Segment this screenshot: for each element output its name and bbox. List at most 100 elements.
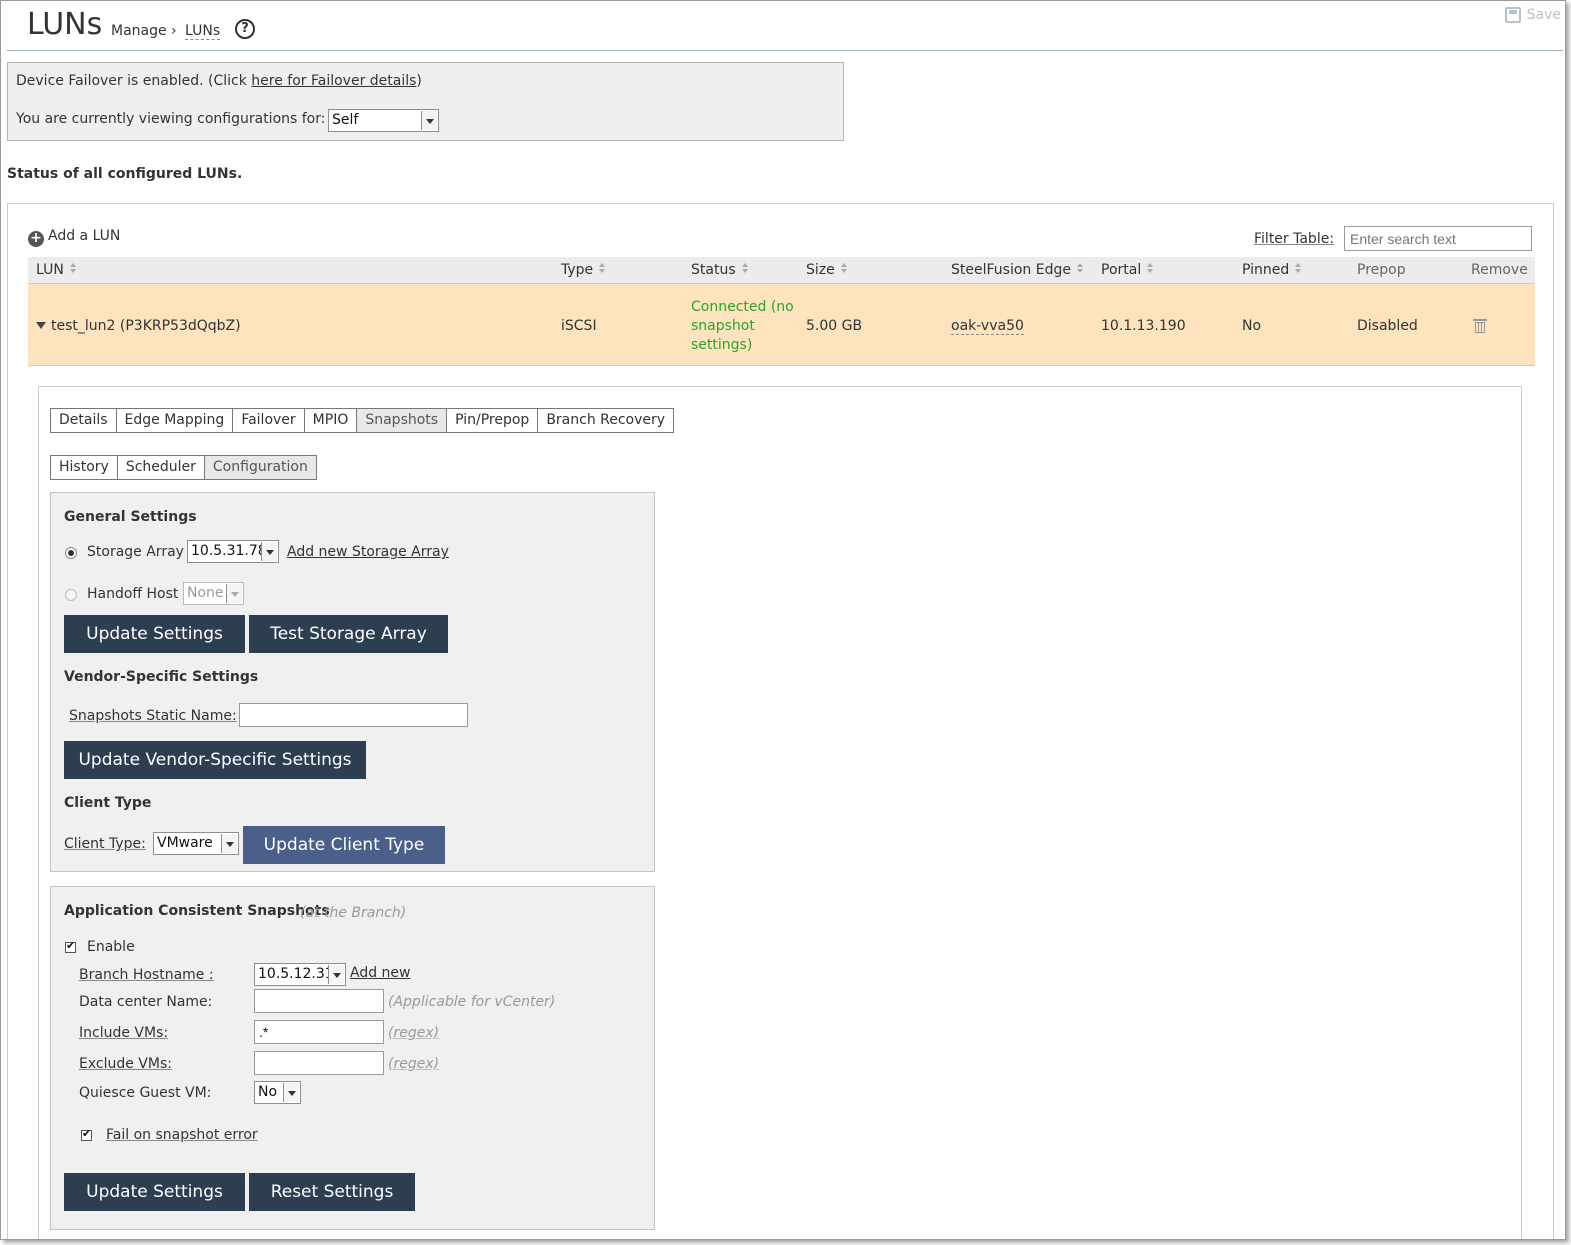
exclude-vms-input[interactable] <box>254 1051 384 1075</box>
tab-branch-recovery[interactable]: Branch Recovery <box>538 409 674 432</box>
lun-name-cell[interactable]: test_lun2 (P3KRP53dQqbZ) <box>36 318 241 334</box>
data-center-label: Data center Name: <box>79 994 213 1010</box>
chevron-down-icon <box>421 111 437 130</box>
handoff-host-label: Handoff Host <box>87 586 179 602</box>
viewing-config-label: You are currently viewing configurations… <box>16 111 326 127</box>
client-type-label: Client Type: <box>64 836 146 852</box>
save-icon <box>1504 7 1521 23</box>
add-lun-button[interactable]: + Add a LUN <box>28 228 120 247</box>
app-snapshots-title: Application Consistent Snapshots <box>64 903 330 919</box>
table-row[interactable]: test_lun2 (P3KRP53dQqbZ) iSCSI Connected… <box>28 283 1535 366</box>
viewing-config-select[interactable]: Self <box>328 109 439 132</box>
lun-tabs: Details Edge Mapping Failover MPIO Snaps… <box>50 408 675 433</box>
storage-array-label: Storage Array <box>87 544 184 560</box>
client-type-title: Client Type <box>64 795 152 811</box>
column-portal[interactable]: Portal <box>1101 262 1154 278</box>
sort-icon <box>741 263 749 273</box>
vendor-settings-title: Vendor-Specific Settings <box>64 669 259 685</box>
trash-icon[interactable] <box>1473 319 1487 333</box>
chevron-down-icon <box>261 542 277 561</box>
include-vms-hint: (regex) <box>388 1025 440 1041</box>
add-lun-label: Add a LUN <box>48 228 121 244</box>
general-settings-box: General Settings Storage Array 10.5.31.7… <box>50 492 655 872</box>
column-pinned[interactable]: Pinned <box>1242 262 1302 278</box>
column-size[interactable]: Size <box>806 262 848 278</box>
breadcrumb-luns[interactable]: LUNs <box>185 23 221 40</box>
save-button[interactable]: Save <box>1504 7 1561 23</box>
failover-details-link[interactable]: here for Failover details <box>251 73 416 89</box>
chevron-down-icon <box>226 584 242 603</box>
data-center-hint: (Applicable for vCenter) <box>388 994 556 1010</box>
lun-status-cell: Connected (no snapshot settings) <box>691 299 794 353</box>
update-vendor-settings-button[interactable]: Update Vendor-Specific Settings <box>64 741 366 779</box>
lun-edge-link[interactable]: oak-vva50 <box>951 318 1024 335</box>
column-steelfusion-edge[interactable]: SteelFusion Edge <box>951 262 1084 278</box>
sort-icon <box>1295 263 1302 273</box>
enable-checkbox[interactable] <box>65 939 76 953</box>
tab-pin-prepop[interactable]: Pin/Prepop <box>447 409 539 432</box>
data-center-input[interactable] <box>254 989 384 1013</box>
storage-array-select[interactable]: 10.5.31.78 <box>187 540 279 563</box>
quiesce-label: Quiesce Guest VM: <box>79 1085 212 1101</box>
reset-settings-button[interactable]: Reset Settings <box>249 1173 415 1211</box>
breadcrumb-manage[interactable]: Manage <box>111 23 167 39</box>
subtab-configuration[interactable]: Configuration <box>204 456 316 479</box>
app-update-settings-button[interactable]: Update Settings <box>64 1173 245 1211</box>
lun-size-cell: 5.00 GB <box>806 318 863 334</box>
header-divider <box>7 50 1563 51</box>
subtab-history[interactable]: History <box>51 456 118 479</box>
filter-table-input[interactable] <box>1344 226 1532 251</box>
fail-on-error-checkbox[interactable] <box>81 1127 92 1141</box>
breadcrumb-separator: › <box>171 23 177 39</box>
table-header: LUN Type Status Size SteelFusion Edge Po… <box>28 257 1535 283</box>
page-frame: LUNs Manage › LUNs ? Save Device Failove… <box>0 0 1566 1240</box>
page-title: LUNs <box>27 7 103 42</box>
status-heading: Status of all configured LUNs. <box>7 166 243 182</box>
include-vms-input[interactable] <box>254 1020 384 1044</box>
tab-edge-mapping[interactable]: Edge Mapping <box>116 409 234 432</box>
help-icon[interactable]: ? <box>235 19 255 39</box>
static-name-input[interactable] <box>239 703 468 727</box>
failover-notice: Device Failover is enabled. (Click here … <box>7 62 844 141</box>
chevron-down-icon <box>221 834 237 853</box>
snapshot-subtabs: History Scheduler Configuration <box>50 455 317 480</box>
failover-message: Device Failover is enabled. (Click here … <box>16 73 422 89</box>
test-storage-array-button[interactable]: Test Storage Array <box>249 615 448 653</box>
failover-text-end: ) <box>416 73 422 89</box>
column-lun[interactable]: LUN <box>36 262 77 278</box>
client-type-select[interactable]: VMware <box>153 832 239 855</box>
enable-label: Enable <box>87 939 135 955</box>
subtab-scheduler[interactable]: Scheduler <box>117 456 205 479</box>
column-prepop: Prepop <box>1357 262 1406 278</box>
sort-icon <box>599 263 606 273</box>
lun-portal-cell: 10.1.13.190 <box>1101 318 1186 334</box>
exclude-vms-hint: (regex) <box>388 1056 440 1072</box>
sort-icon <box>69 263 77 273</box>
branch-hostname-select[interactable]: 10.5.12.31 <box>254 963 346 986</box>
column-type[interactable]: Type <box>561 262 606 278</box>
column-remove: Remove <box>1471 262 1528 278</box>
general-settings-title: General Settings <box>64 509 197 525</box>
column-status[interactable]: Status <box>691 262 749 278</box>
static-name-label: Snapshots Static Name: <box>69 708 237 724</box>
include-vms-label: Include VMs: <box>79 1025 169 1041</box>
storage-array-radio[interactable] <box>65 547 77 559</box>
handoff-host-select[interactable]: None <box>183 582 244 605</box>
update-settings-button[interactable]: Update Settings <box>64 615 245 653</box>
handoff-host-radio[interactable] <box>65 589 77 601</box>
lun-pinned-cell: No <box>1242 318 1262 334</box>
lun-prepop-cell: Disabled <box>1357 318 1418 334</box>
tab-failover[interactable]: Failover <box>233 409 305 432</box>
quiesce-select[interactable]: No <box>254 1081 301 1104</box>
app-snapshots-note: (at the Branch) <box>300 905 407 921</box>
fail-on-error-label: Fail on snapshot error <box>106 1127 258 1143</box>
expand-triangle-icon[interactable] <box>36 322 46 329</box>
tab-mpio[interactable]: MPIO <box>304 409 358 432</box>
add-new-branch-link[interactable]: Add new <box>350 965 411 981</box>
tab-snapshots[interactable]: Snapshots <box>357 409 448 432</box>
add-storage-array-link[interactable]: Add new Storage Array <box>287 544 449 560</box>
tab-details[interactable]: Details <box>51 409 117 432</box>
update-client-type-button[interactable]: Update Client Type <box>243 826 445 864</box>
app-snapshots-box: Application Consistent Snapshots (at the… <box>50 886 655 1230</box>
luns-panel: +Add a LUN Filter Table: LUN Type Status… <box>7 203 1554 1239</box>
